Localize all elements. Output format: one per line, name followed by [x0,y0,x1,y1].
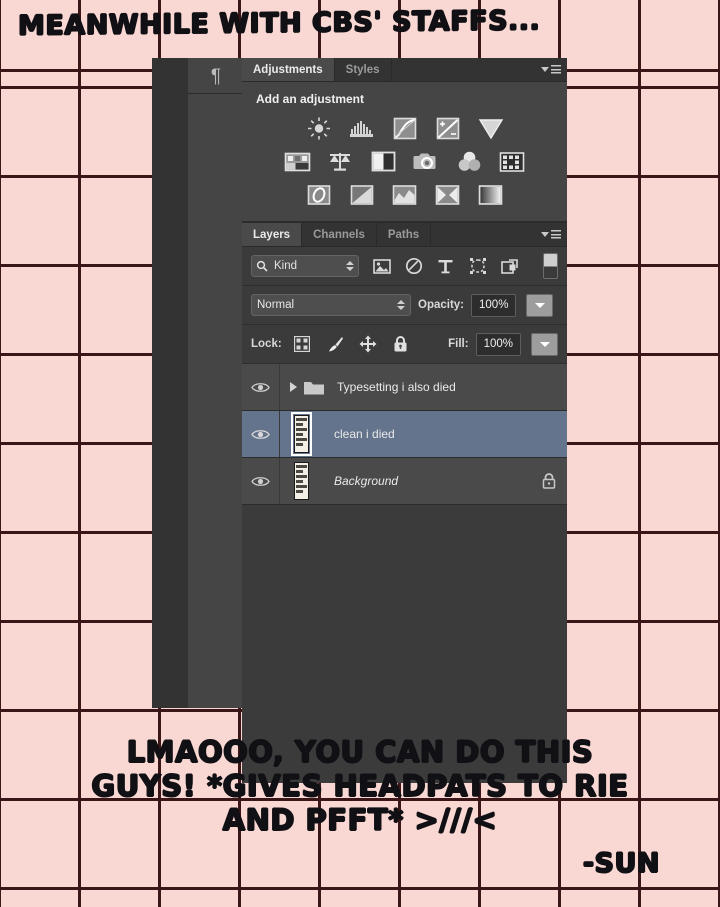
curves-icon[interactable] [390,115,419,142]
blend-mode-select[interactable]: Normal [251,294,411,316]
layer-list-empty-area[interactable] [242,505,567,685]
panel-menu-triangle-icon [541,67,549,72]
panel-menu-triangle-icon [541,232,549,237]
layers-panel: Layers Channels Paths Kind Normal Opacit… [242,223,567,783]
lock-label: Lock: [251,338,282,350]
lock-position-icon[interactable] [359,335,377,353]
lock-icons [293,335,410,353]
top-caption-text: MEANWHILE WITH CBS' STAFFS... [18,5,541,42]
adjustment-layer-filter-icon[interactable] [404,257,423,276]
layer-thumbnail[interactable] [280,412,322,456]
manga-page-thumbnail [293,462,309,500]
panel-menu-lines-icon [551,65,561,74]
search-icon [256,260,268,272]
adjustment-icon-row-2 [242,145,567,178]
pixel-layer-filter-icon[interactable] [372,257,391,276]
collapsed-panel-rail[interactable] [152,58,189,708]
layer-name: clean i died [334,427,395,441]
color-balance-icon[interactable] [326,148,355,175]
folder-icon [304,381,324,394]
panel-menu-lines-icon [551,230,561,239]
opacity-label: Opacity: [418,299,465,311]
adjustment-icon-row-1 [242,112,567,145]
adjustments-panel-menu-icon[interactable] [541,63,561,76]
collapsed-panel-tab[interactable] [188,58,243,708]
tab-styles[interactable]: Styles [334,58,392,81]
layer-list: Typesetting i also died clean i died Bac… [242,364,567,685]
layer-locked-icon [542,473,556,489]
pilcrow-icon[interactable]: ¶ [204,66,228,88]
exposure-icon[interactable] [433,115,462,142]
bottom-caption-text: LMAOOO, YOU CAN DO THIS GUYS! *GIVES HEA… [91,735,629,838]
opacity-value[interactable]: 100% [471,293,517,317]
levels-icon[interactable] [347,115,376,142]
opacity-dropdown-icon[interactable] [526,293,554,317]
smart-object-filter-icon[interactable] [500,257,519,276]
photo-filter-icon[interactable] [412,148,441,175]
selective-color-icon[interactable] [433,181,462,208]
adjustments-panel: Adjustments Styles Add an adjustment [242,58,567,223]
layers-panel-menu-icon[interactable] [541,228,561,241]
panel-stack: Adjustments Styles Add an adjustment Lay… [242,58,567,783]
shape-layer-filter-icon[interactable] [468,257,487,276]
photoshop-panel-dock: ¶ Adjustments Styles Add an adjustment L… [152,58,567,783]
eye-icon [251,382,270,392]
layer-name: Background [334,474,399,488]
posterize-icon[interactable] [347,181,376,208]
tab-channels[interactable]: Channels [302,223,377,246]
fill-value[interactable]: 100% [475,332,521,356]
lock-transparency-icon[interactable] [293,335,311,353]
gradient-map-icon[interactable] [476,181,505,208]
group-expand-arrow-icon[interactable] [290,382,297,392]
table-row[interactable]: Background [242,458,567,505]
rail-divider [188,93,242,94]
layer-filter-icons [372,257,519,276]
black-and-white-icon[interactable] [369,148,398,175]
blend-mode-stepper-icon[interactable] [396,298,405,312]
hue-saturation-icon[interactable] [283,148,312,175]
type-layer-filter-icon[interactable] [436,257,455,276]
lock-all-icon[interactable] [392,335,410,353]
lock-row: Lock: Fill: 100% [242,325,567,364]
layer-visibility-toggle[interactable] [242,411,280,457]
fill-label: Fill: [448,338,469,350]
eye-icon [251,429,270,439]
kind-stepper-icon[interactable] [345,259,354,273]
tab-layers[interactable]: Layers [242,223,303,246]
fill-dropdown-icon[interactable] [531,332,558,356]
table-row[interactable]: clean i died [242,411,567,458]
signature-text: -SUN [582,848,660,879]
layer-visibility-toggle[interactable] [242,458,280,504]
threshold-icon[interactable] [390,181,419,208]
manga-page-thumbnail [290,412,312,456]
filter-enable-toggle[interactable] [543,253,558,279]
layers-tabbar: Layers Channels Paths [242,223,567,247]
table-row[interactable]: Typesetting i also died [242,364,567,411]
layer-filter-row: Kind [242,247,567,286]
layer-filter-kind-select[interactable]: Kind [251,255,359,277]
vibrance-icon[interactable] [476,115,505,142]
layer-filter-kind-label: Kind [274,260,298,272]
meme-page: MEANWHILE WITH CBS' STAFFS... ¶ Adjustme… [0,0,720,907]
channel-mixer-icon[interactable] [455,148,484,175]
adjustment-icon-row-3 [242,178,567,211]
color-lookup-icon[interactable] [498,148,527,175]
invert-icon[interactable] [304,181,333,208]
blend-mode-value: Normal [257,299,295,311]
brightness-contrast-icon[interactable] [304,115,333,142]
add-an-adjustment-title: Add an adjustment [256,92,365,106]
tab-paths[interactable]: Paths [376,223,432,246]
eye-icon [251,476,270,486]
layer-thumbnail[interactable] [280,462,322,500]
layer-visibility-toggle[interactable] [242,364,280,410]
layer-name: Typesetting i also died [337,380,456,394]
tab-adjustments[interactable]: Adjustments [242,58,335,81]
adjustments-tabbar: Adjustments Styles [242,58,567,82]
lock-image-pixels-icon[interactable] [326,335,344,353]
blend-mode-row: Normal Opacity: 100% [242,286,567,325]
